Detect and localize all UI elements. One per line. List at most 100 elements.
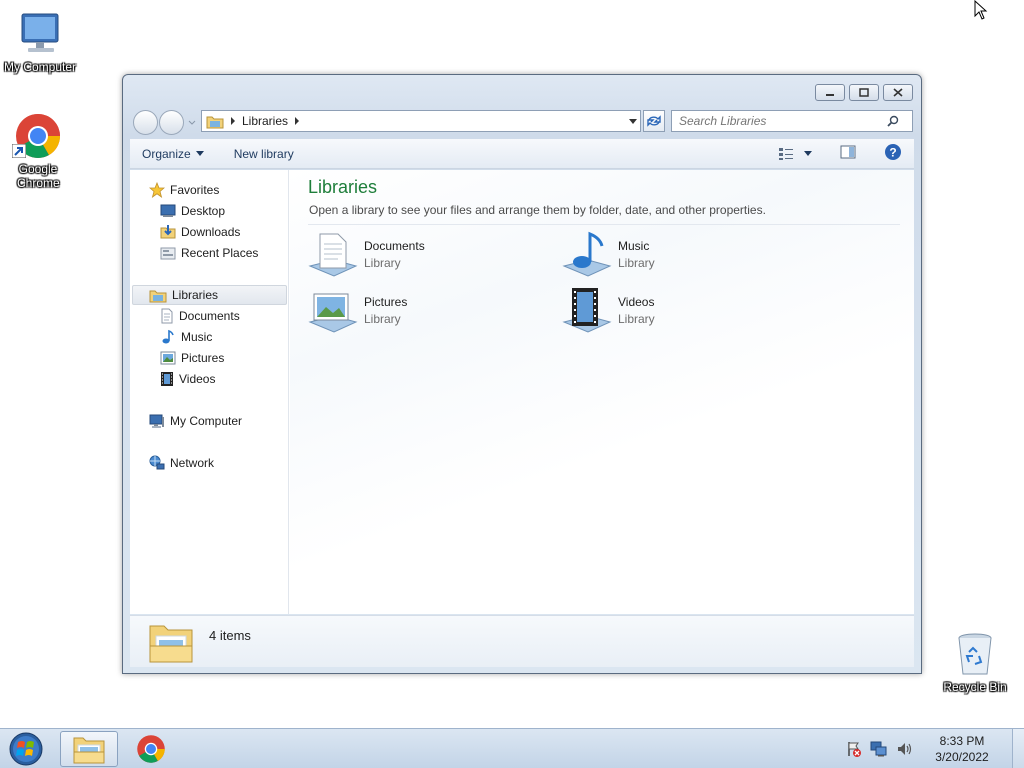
new-library-button[interactable]: New library: [216, 139, 306, 169]
nav-item-recent-places[interactable]: Recent Places: [160, 243, 258, 263]
desktop-icon-label: Google Chrome: [17, 162, 60, 190]
recent-places-icon: [160, 247, 176, 260]
page-subtitle: Open a library to see your files and arr…: [309, 203, 766, 217]
nav-label: Music: [181, 330, 213, 344]
explorer-content: Favorites Desktop Downloads Recent Place…: [130, 170, 914, 614]
clock-time: 8:33 PM: [939, 734, 985, 748]
item-count: 4 items: [209, 628, 251, 643]
library-name: Videos: [618, 295, 655, 309]
minimize-icon: [826, 93, 834, 96]
address-bar[interactable]: Libraries: [201, 110, 641, 132]
videos-library-icon: [562, 288, 612, 333]
nav-item-pictures[interactable]: Pictures: [160, 348, 224, 368]
network-status-icon[interactable]: [870, 741, 888, 757]
chevron-down-icon: [804, 151, 812, 156]
library-item-documents[interactable]: Documents Library: [308, 230, 528, 280]
nav-label: Favorites: [170, 183, 220, 197]
nav-label: Recent Places: [181, 246, 259, 260]
help-button[interactable]: ?: [884, 143, 902, 164]
chevron-down-icon: [628, 118, 637, 124]
nav-item-my-computer[interactable]: My Computer: [149, 411, 242, 431]
show-desktop-button[interactable]: [1012, 729, 1024, 768]
help-icon: ?: [885, 144, 901, 160]
details-pane: 4 items: [130, 615, 914, 667]
refresh-button[interactable]: [643, 110, 665, 132]
address-history-dropdown[interactable]: [624, 111, 640, 131]
minimize-button[interactable]: [815, 84, 845, 101]
volume-icon[interactable]: [896, 741, 914, 757]
libraries-icon: [149, 290, 167, 302]
nav-item-downloads[interactable]: Downloads: [160, 222, 240, 242]
chrome-icon: [137, 735, 165, 763]
svg-text:?: ?: [889, 146, 896, 160]
page-title: Libraries: [308, 177, 378, 197]
breadcrumb-separator-icon[interactable]: [294, 117, 300, 125]
desktop-icon-label: My Computer: [3, 60, 77, 74]
breadcrumb-separator-icon[interactable]: [230, 117, 236, 125]
start-button[interactable]: [6, 731, 46, 767]
nav-label: Pictures: [181, 351, 225, 365]
command-bar: Organize New library ?: [130, 139, 914, 169]
recent-pages-chevron-icon[interactable]: [188, 120, 196, 126]
action-center-icon[interactable]: [846, 741, 862, 757]
chevron-down-icon: [195, 151, 204, 156]
explorer-icon: [73, 737, 105, 764]
music-library-icon: [562, 231, 612, 277]
nav-label: Desktop: [181, 204, 226, 218]
library-item-videos[interactable]: Videos Library: [562, 286, 782, 336]
nav-item-documents[interactable]: Documents: [160, 306, 240, 326]
computer-icon: [16, 10, 64, 58]
library-type: Library: [364, 256, 401, 270]
nav-item-libraries[interactable]: Libraries: [132, 285, 287, 305]
windows-logo-icon: [9, 732, 43, 766]
close-button[interactable]: [883, 84, 913, 101]
search-box[interactable]: [671, 110, 913, 132]
library-type: Library: [618, 256, 655, 270]
taskbar-chrome-button[interactable]: [122, 731, 180, 767]
library-item-music[interactable]: Music Library: [562, 230, 782, 280]
maximize-button[interactable]: [849, 84, 879, 101]
preview-pane-icon: [840, 145, 856, 159]
taskbar-explorer-button[interactable]: [60, 731, 118, 767]
network-icon: [149, 455, 165, 470]
back-button[interactable]: [133, 110, 158, 135]
search-input[interactable]: [672, 114, 882, 128]
nav-label: Libraries: [172, 288, 219, 302]
nav-item-favorites[interactable]: Favorites: [149, 180, 219, 200]
downloads-icon: [160, 225, 176, 239]
organize-button[interactable]: Organize: [130, 139, 216, 169]
view-options-icon: [779, 147, 793, 160]
desktop-icon-recycle-bin[interactable]: Recycle Bin: [935, 630, 1015, 694]
desktop-icon-my-computer[interactable]: My Computer: [0, 10, 80, 74]
pictures-library-icon: [308, 293, 358, 333]
nav-item-network[interactable]: Network: [149, 453, 214, 473]
navigation-pane[interactable]: Favorites Desktop Downloads Recent Place…: [130, 170, 289, 614]
preview-pane-button[interactable]: [840, 145, 856, 162]
desktop-icon-google-chrome[interactable]: Google Chrome: [0, 112, 78, 190]
window-controls: [815, 84, 913, 101]
maximize-icon: [859, 88, 869, 97]
change-view-button[interactable]: [778, 147, 812, 161]
nav-item-music[interactable]: Music: [160, 327, 212, 347]
search-icon[interactable]: [882, 115, 904, 127]
nav-item-desktop[interactable]: Desktop: [160, 201, 225, 221]
divider: [308, 224, 900, 225]
system-tray: 8:33 PM 3/20/2022: [846, 729, 1024, 768]
clock[interactable]: 8:33 PM 3/20/2022: [922, 733, 1002, 765]
nav-item-videos[interactable]: Videos: [160, 369, 215, 389]
close-icon: [893, 88, 903, 97]
computer-icon: [149, 414, 164, 428]
mouse-cursor-icon: [974, 0, 988, 20]
nav-label: Downloads: [181, 225, 241, 239]
taskbar: 8:33 PM 3/20/2022: [0, 728, 1024, 768]
refresh-icon: [647, 115, 661, 127]
forward-button[interactable]: [159, 110, 184, 135]
library-type: Library: [364, 312, 401, 326]
explorer-window[interactable]: Libraries Organize New library: [122, 74, 922, 674]
library-name: Documents: [364, 239, 425, 253]
recycle-bin-icon: [951, 630, 999, 678]
library-item-pictures[interactable]: Pictures Library: [308, 286, 528, 336]
breadcrumb-libraries[interactable]: Libraries: [242, 114, 288, 128]
libraries-folder-large-icon: [149, 625, 193, 663]
libraries-view[interactable]: Libraries Open a library to see your fil…: [290, 170, 914, 614]
